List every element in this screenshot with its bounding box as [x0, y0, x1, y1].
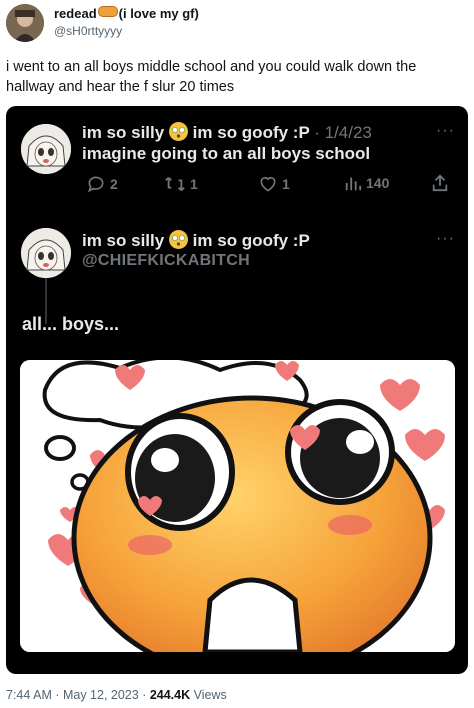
- views-icon: [345, 177, 362, 191]
- post-timestamp[interactable]: 7:44 AM · May 12, 2023 ·: [6, 688, 150, 702]
- author-name[interactable]: redead (i love my gf): [54, 6, 199, 21]
- retweet-icon: [165, 176, 185, 192]
- post2-more-icon[interactable]: ···: [436, 230, 455, 248]
- author-display-name: redead: [54, 6, 97, 21]
- views-total: 244.4K: [149, 688, 191, 702]
- pleading-face-meme-image[interactable]: [20, 360, 455, 652]
- post1-author-name[interactable]: im so silly im so goofy :P · 1/4/23: [82, 122, 372, 143]
- post2-name-a: im so silly: [82, 231, 165, 250]
- reply-count: 2: [110, 176, 118, 192]
- post1-more-icon[interactable]: ···: [436, 122, 455, 140]
- post1-avatar[interactable]: [21, 124, 71, 174]
- author-handle[interactable]: @sH0rttyyyy: [54, 24, 122, 38]
- post1-actions: 2 1 1 140: [86, 174, 449, 196]
- like-button[interactable]: 1: [258, 174, 290, 194]
- hotdog-emoji-icon: [97, 6, 118, 17]
- share-icon: [432, 174, 448, 192]
- retweet-count: 1: [190, 176, 198, 192]
- post2-text: all... boys...: [22, 314, 120, 334]
- like-icon: [260, 176, 276, 192]
- post1-date[interactable]: · 1/4/23: [314, 123, 372, 142]
- views-button[interactable]: 140: [344, 174, 389, 192]
- post-footer: 7:44 AM · May 12, 2023 · 244.4K Views: [6, 688, 227, 702]
- views-count: 140: [366, 175, 390, 191]
- views-label: Views: [190, 688, 227, 702]
- dizzy-face-emoji-icon: [168, 230, 188, 249]
- retweet-button[interactable]: 1: [164, 174, 198, 194]
- post1-name-a: im so silly: [82, 123, 165, 142]
- share-button[interactable]: [431, 174, 449, 192]
- post2-avatar[interactable]: [21, 228, 71, 278]
- reply-button[interactable]: 2: [86, 174, 118, 194]
- tweet-text: i went to an all boys middle school and …: [6, 59, 417, 95]
- post2-name-b: im so goofy :P: [192, 231, 310, 250]
- post2-author-name[interactable]: im so silly im so goofy :P: [82, 230, 310, 251]
- author-avatar[interactable]: [6, 4, 44, 42]
- post2-handle[interactable]: @CHIEFKICKABITCH: [82, 252, 250, 270]
- post1-name-b: im so goofy :P: [192, 123, 310, 142]
- author-display-suffix: (i love my gf): [118, 6, 199, 21]
- dizzy-face-emoji-icon: [168, 122, 188, 141]
- reply-icon: [87, 176, 104, 193]
- like-count: 1: [282, 176, 290, 192]
- post1-text: imagine going to an all boys school: [82, 144, 371, 163]
- quoted-screenshot[interactable]: im so silly im so goofy :P · 1/4/23 ··· …: [6, 106, 468, 674]
